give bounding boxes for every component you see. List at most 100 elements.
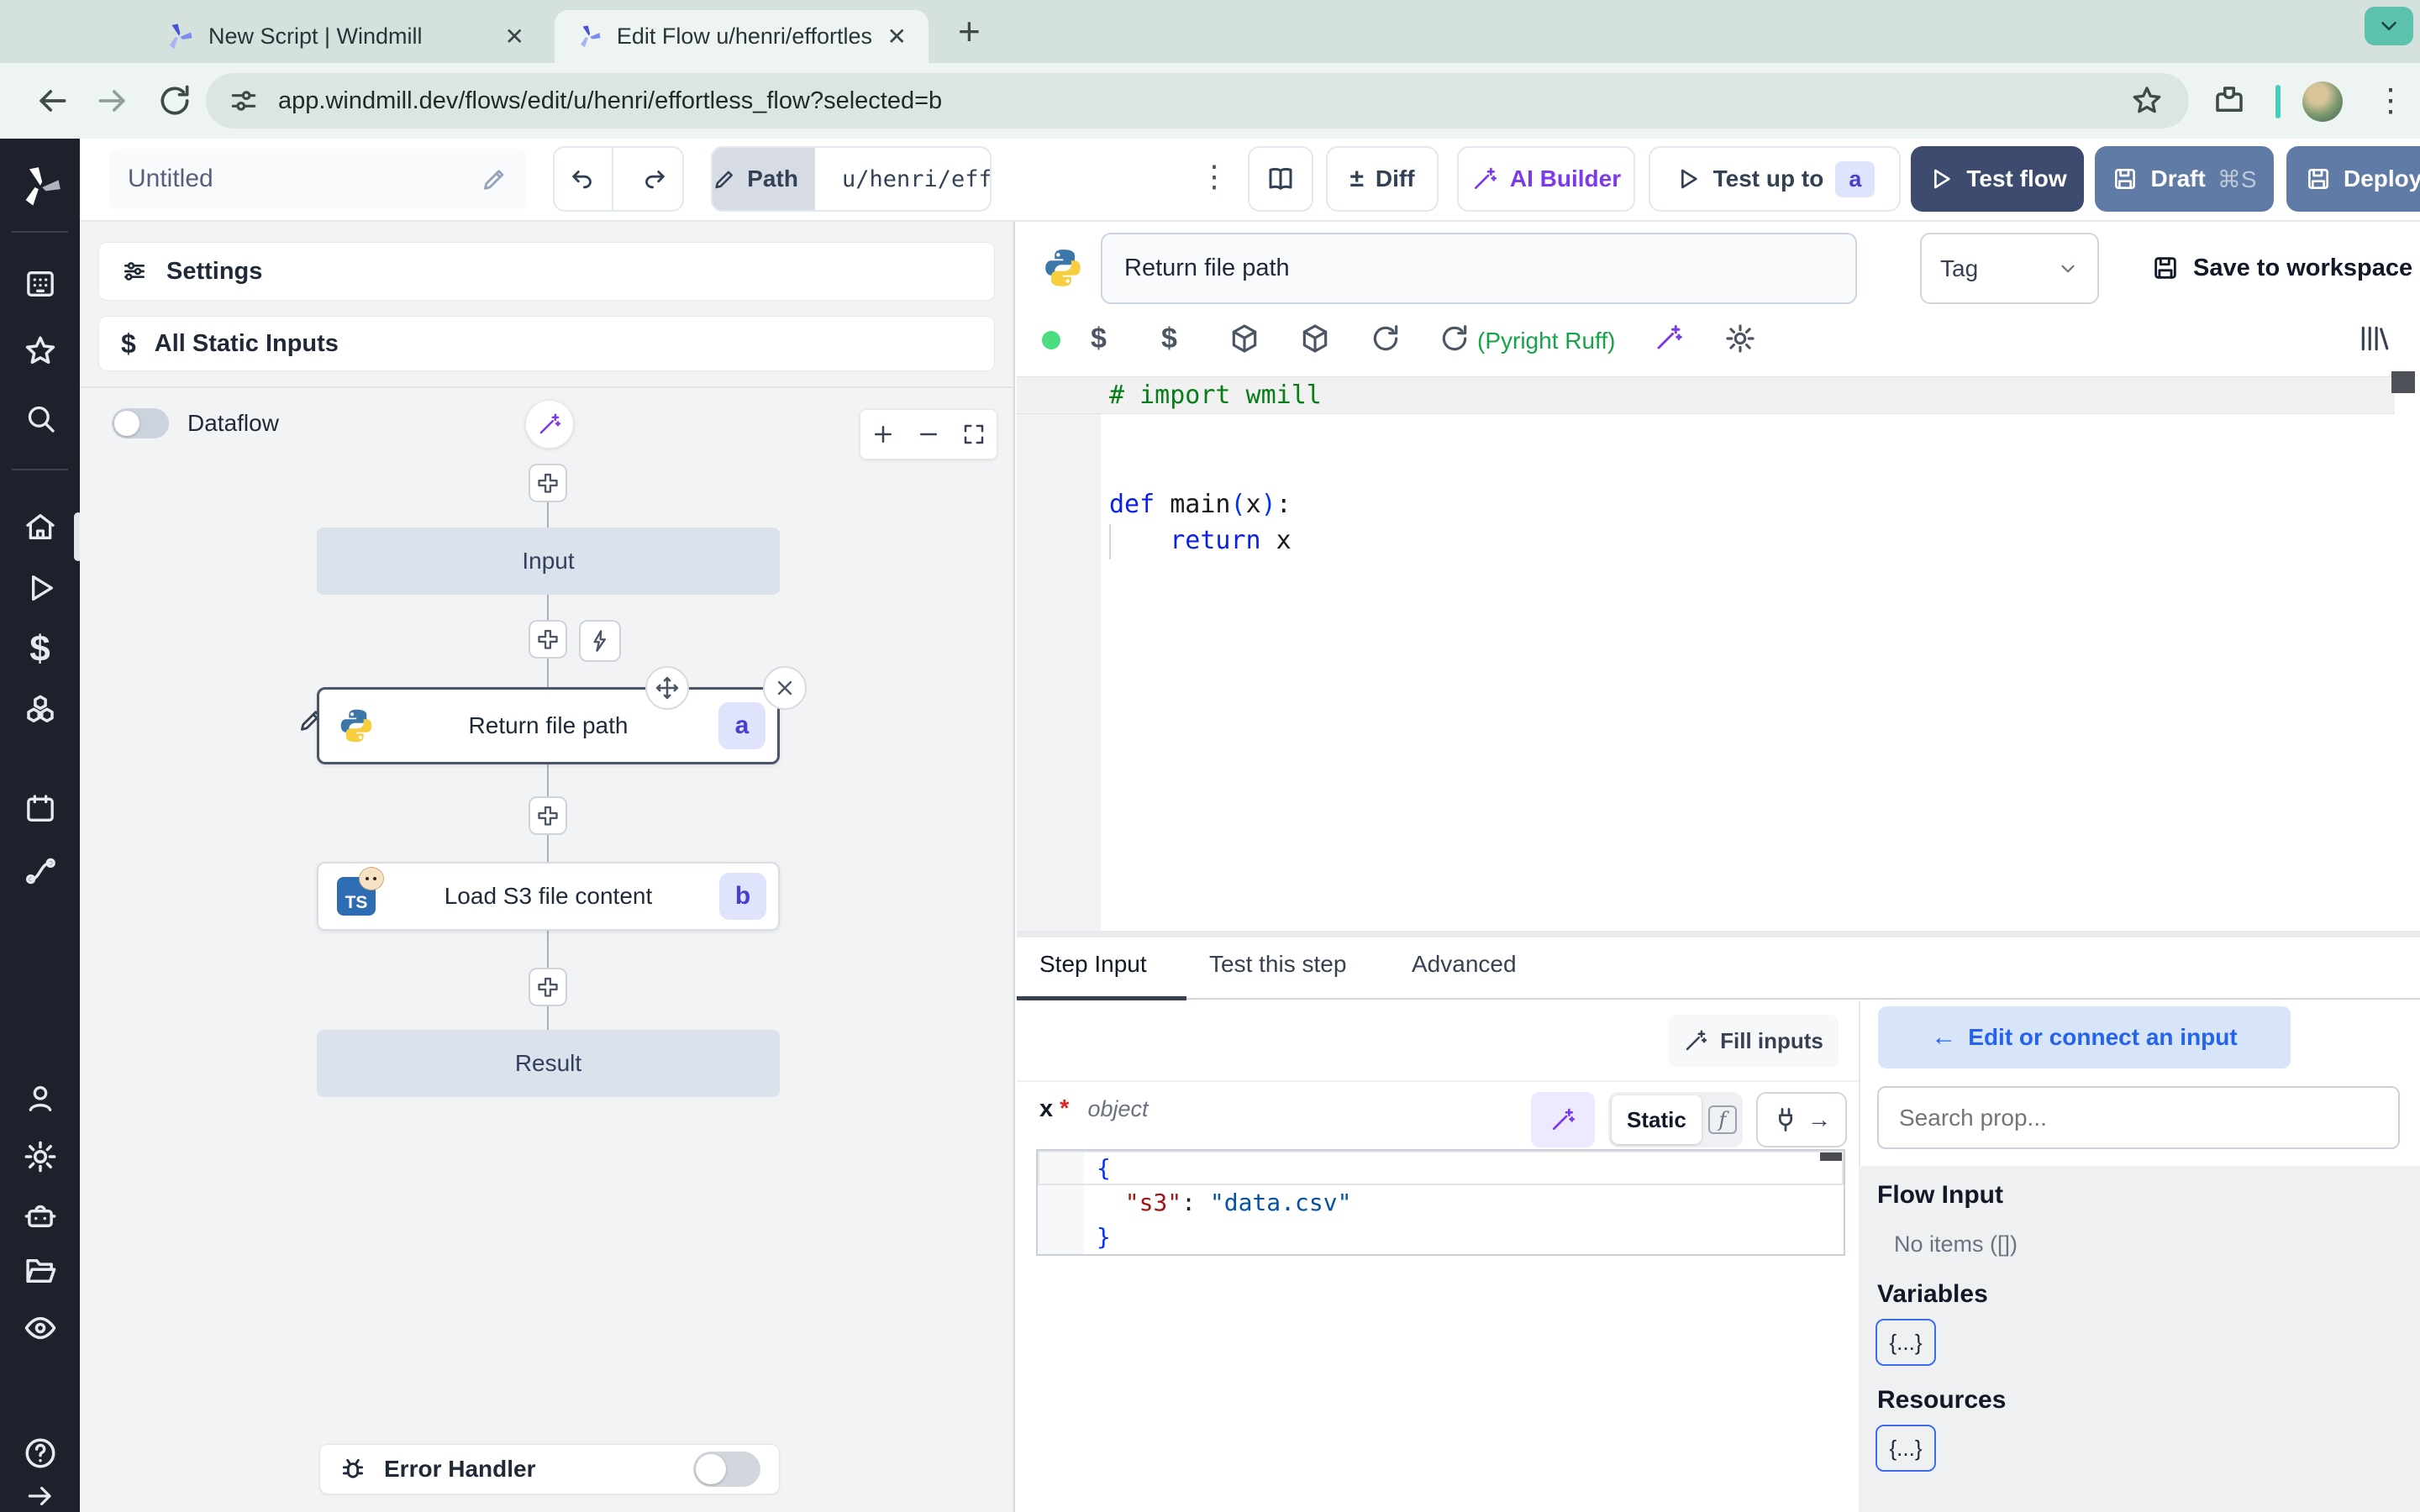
dataflow-toggle[interactable] [112,408,169,438]
back-icon[interactable] [34,82,71,119]
new-tab-button[interactable]: + [958,12,981,50]
reset-icon[interactable] [1439,323,1470,354]
bookmark-star-icon[interactable] [2130,84,2164,118]
edit-or-connect-button[interactable]: ← Edit or connect an input [1878,1006,2291,1068]
undo-button[interactable] [555,148,613,210]
windmill-logo[interactable] [18,165,62,209]
test-up-to-button[interactable]: Test up to a [1649,146,1901,212]
sidebar-item-variables-icon[interactable]: $ [29,628,50,670]
add-trigger-button[interactable] [579,620,621,662]
flow-result-node[interactable]: Result [317,1030,780,1097]
redo-button[interactable] [625,148,682,210]
sidebar-item-runs-icon[interactable] [24,571,57,605]
step-b-node[interactable]: TS Load S3 file content b [317,862,780,931]
javascript-expr-toggle[interactable]: f [1707,1105,1737,1134]
no-items-text: No items ([]) [1894,1231,2018,1257]
ai-flow-button[interactable] [525,400,574,449]
sidebar-item-apps-icon[interactable] [24,267,57,301]
sidebar-item-schedules-icon[interactable] [24,792,57,826]
docs-button[interactable] [1248,146,1313,212]
draft-button[interactable]: Draft ⌘S [2095,146,2274,212]
search-prop-input[interactable] [1877,1086,2400,1149]
deploy-button[interactable]: Deploy [2286,146,2420,212]
error-handler-button[interactable]: Error Handler [319,1444,780,1494]
fill-inputs-button[interactable]: Fill inputs [1668,1015,1839,1067]
package-icon[interactable] [1228,323,1260,354]
code-editor[interactable]: # import wmill def main(x): return x [1017,376,2420,931]
tag-select[interactable]: Tag [1920,233,2099,304]
flow-input-node[interactable]: Input [317,528,780,595]
tab-close-icon[interactable]: ✕ [505,23,524,50]
connect-input-button[interactable]: → [1756,1092,1847,1147]
avatar[interactable] [2302,81,2343,122]
zoom-in-icon[interactable] [871,422,896,447]
sidebar-item-triggers-icon[interactable] [23,853,58,889]
editor-scrollbar-thumb[interactable] [2391,371,2415,393]
arg-ai-button[interactable] [1531,1092,1595,1147]
insert-step-button[interactable] [529,464,567,502]
sidebar-item-home-icon[interactable] [24,510,57,543]
test-up-to-label: Test up to [1712,165,1824,192]
omnibox[interactable]: app.windmill.dev/flows/edit/u/henri/effo… [206,73,2189,129]
insert-step-button[interactable] [529,620,567,659]
fit-view-icon[interactable] [961,422,986,447]
tab-close-icon[interactable]: ✕ [887,23,907,50]
resources-braces-button[interactable]: {...} [1876,1425,1936,1472]
extensions-icon[interactable] [2212,82,2247,118]
ai-wand-icon[interactable] [1654,323,1684,353]
tab-advanced[interactable]: Advanced [1412,951,1517,978]
tab-test-this-step[interactable]: Test this step [1209,951,1346,978]
browser-tab-inactive[interactable]: New Script | Windmill ✕ [143,10,546,63]
sidebar-item-favorites-icon[interactable] [23,333,58,369]
static-toggle-active[interactable]: Static [1612,1095,1702,1144]
sidebar-item-search-icon[interactable] [24,402,57,435]
sidebar-item-folders-icon[interactable] [23,1253,58,1289]
flow-name-field[interactable]: Untitled [109,149,527,209]
variables-picker-icon[interactable]: $ [1161,323,1177,355]
sidebar-item-resources-icon[interactable] [23,693,58,728]
tab-step-input[interactable]: Step Input [1039,951,1147,978]
save-to-workspace-button[interactable]: Save to workspace [2151,242,2412,294]
flow-settings-button[interactable]: Settings [98,242,995,301]
reload-icon[interactable] [156,82,193,119]
wand-icon [1474,167,1497,189]
sidebar-item-workers-icon[interactable] [23,1198,58,1233]
edit-or-connect-label: Edit or connect an input [1968,1024,2238,1050]
ai-builder-button[interactable]: AI Builder [1457,146,1635,212]
error-handler-toggle[interactable] [693,1452,760,1487]
arg-json-editor[interactable]: { "s3": "data.csv" } [1036,1149,1845,1256]
path-button[interactable]: Path u/henri/eff [711,146,992,212]
insert-step-button[interactable] [529,968,567,1006]
package-icon[interactable] [1299,323,1331,354]
library-icon[interactable] [2358,323,2390,354]
step-a-node[interactable]: Return file path a [317,666,807,764]
browser-tab-active[interactable]: Edit Flow u/henri/effortless_fl ✕ [555,10,929,63]
all-static-inputs-button[interactable]: $ All Static Inputs [98,316,995,371]
browser-menu-icon[interactable]: ⋮ [2375,81,2407,119]
sidebar-item-settings-icon[interactable] [23,1139,58,1174]
sidebar-expand-icon[interactable] [24,1480,56,1512]
insert-step-button[interactable] [529,796,567,835]
tab-search-chevron-button[interactable] [2365,7,2413,45]
delete-step-button[interactable] [763,666,807,710]
assets-icon[interactable]: $ [1091,323,1107,355]
reload-icon[interactable] [1370,323,1402,354]
variables-braces-button[interactable]: {...} [1876,1319,1936,1366]
diff-button[interactable]: ± Diff [1326,146,1439,212]
sidebar-item-help-icon[interactable] [23,1436,58,1471]
forward-icon[interactable] [94,82,131,119]
step-name-input[interactable] [1101,233,1857,304]
save-to-workspace-label: Save to workspace [2193,254,2413,281]
move-step-button[interactable] [645,666,689,710]
sidebar-item-user-icon[interactable] [24,1082,57,1116]
wand-icon [1686,1030,1707,1051]
site-info-icon[interactable] [228,85,260,117]
more-options-icon[interactable]: ⋮ [1199,159,1229,194]
active-tab-underline [1017,996,1186,1000]
sidebar-item-audit-icon[interactable] [23,1310,58,1346]
editor-settings-icon[interactable] [1724,323,1756,354]
test-flow-button[interactable]: Test flow [1911,146,2084,212]
zoom-out-icon[interactable] [916,422,941,447]
deploy-label: Deploy [2344,165,2420,192]
